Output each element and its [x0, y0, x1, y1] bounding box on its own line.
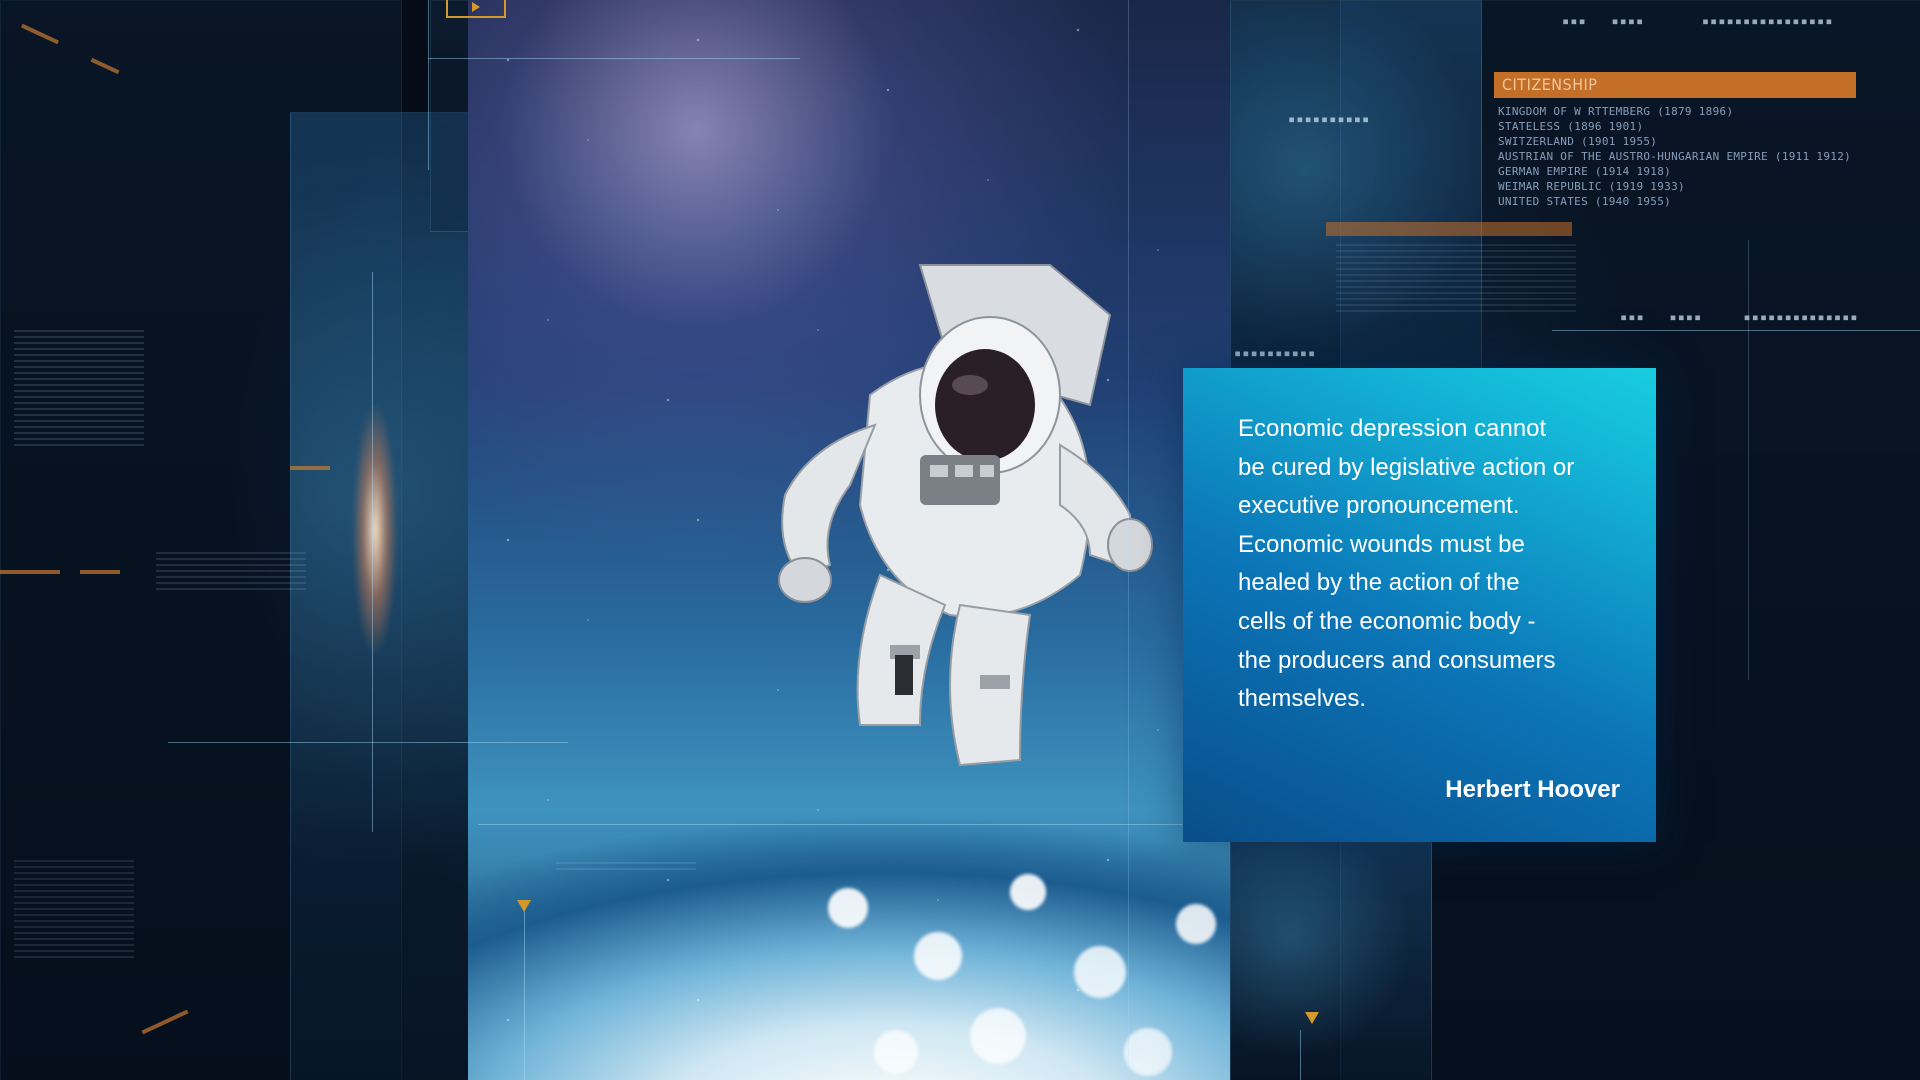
decorative-text-block [556, 862, 696, 874]
video-frame: ▪▪▪ ▪▪▪▪ ▪▪▪▪▪▪▪▪▪▪▪▪▪▪▪▪ ▪▪▪▪▪▪▪▪▪▪ ▪▪▪… [0, 0, 1920, 1080]
play-icon [446, 0, 506, 18]
citizenship-list: KINGDOM OF W RTTEMBERG (1879 1896) STATE… [1498, 104, 1856, 209]
citizenship-item: GERMAN EMPIRE (1914 1918) [1498, 165, 1672, 178]
triangle-marker-icon [517, 900, 531, 912]
lens-flare [330, 350, 420, 710]
quote-author: Herbert Hoover [1445, 776, 1620, 803]
quote-card: Economic depression cannot be cured by l… [1183, 368, 1656, 842]
secondary-header-bar [1326, 222, 1572, 236]
orange-mark [80, 570, 120, 574]
hud-dots: ▪▪▪▪▪▪▪▪▪▪ [1288, 112, 1371, 126]
hud-panel-bottom-right [1230, 842, 1432, 1080]
citizenship-header: CITIZENSHIP [1494, 72, 1856, 98]
hud-dots: ▪▪▪ ▪▪▪▪ ▪▪▪▪▪▪▪▪▪▪▪▪▪▪▪▪ [1562, 14, 1834, 28]
astronaut-figure [778, 264, 1153, 767]
earth-clouds [728, 780, 1230, 1080]
hud-line-top-vertical [428, 0, 429, 170]
triangle-marker-icon [1305, 1012, 1319, 1024]
decorative-text-block [14, 330, 144, 450]
citizenship-item: UNITED STATES (1940 1955) [1498, 195, 1672, 208]
hud-line-bottom-grid [1300, 1030, 1301, 1080]
hud-line-horizontal-right [1552, 330, 1920, 331]
citizenship-item: SWITZERLAND (1901 1955) [1498, 135, 1658, 148]
hud-line-vertical-right [1748, 240, 1749, 680]
decorative-text-block [14, 860, 134, 960]
hud-line-top [428, 58, 800, 59]
citizenship-item: AUSTRIAN OF THE AUSTRO-HUNGARIAN EMPIRE … [1498, 150, 1852, 163]
hud-line-vertical-left [372, 272, 373, 832]
quote-text: Economic depression cannot be cured by l… [1238, 415, 1575, 713]
orange-mark [0, 570, 60, 574]
citizenship-item: STATELESS (1896 1901) [1498, 120, 1644, 133]
decorative-text-block [1336, 244, 1576, 314]
orange-mark [290, 466, 330, 470]
hud-line-horizontal-left [168, 742, 568, 743]
citizenship-item: KINGDOM OF W RTTEMBERG (1879 1896) [1498, 105, 1734, 118]
citizenship-item: WEIMAR REPUBLIC (1919 1933) [1498, 180, 1685, 193]
decorative-text-block [156, 552, 306, 592]
citizenship-info-panel: CITIZENSHIP KINGDOM OF W RTTEMBERG (1879… [1494, 72, 1856, 209]
hud-line-horizontal-bottom [478, 824, 1228, 825]
hud-line-vertical-center [1128, 0, 1129, 1080]
hud-dots: ▪▪▪▪▪▪▪▪▪▪ [1234, 346, 1317, 360]
hud-line-vertical-bottom [524, 905, 525, 1080]
hud-dots: ▪▪▪ ▪▪▪▪ ▪▪▪▪▪▪▪▪▪▪▪▪▪▪ [1620, 310, 1859, 324]
